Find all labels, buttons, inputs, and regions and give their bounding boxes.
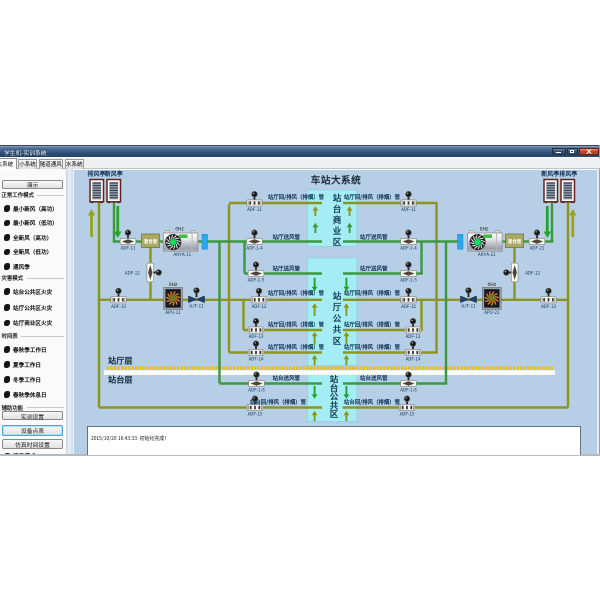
svg-text:AKTA-11: AKTA-11 xyxy=(173,252,191,258)
svg-text:ADF-13: ADF-13 xyxy=(111,304,126,310)
svg-text:ADF-13: ADF-13 xyxy=(406,334,421,340)
svg-text:新风亭: 新风亭 xyxy=(541,169,559,178)
svg-text:站厅回/排风（排烟）管: 站厅回/排风（排烟）管 xyxy=(344,289,401,297)
svg-text:共: 共 xyxy=(333,324,342,336)
svg-text:ADF-1-6: ADF-1-6 xyxy=(400,388,417,394)
svg-text:站厅回/排风（排烟）管: 站厅回/排风（排烟）管 xyxy=(268,193,325,201)
svg-text:站台回/排风（排烟）管: 站台回/排风（排烟）管 xyxy=(250,398,307,406)
svg-text:混合室: 混合室 xyxy=(508,238,522,245)
svg-text:ADF-12: ADF-12 xyxy=(525,270,540,276)
svg-text:ADF-11: ADF-11 xyxy=(121,246,136,252)
svg-text:站厅送风管: 站厅送风管 xyxy=(272,264,300,272)
svg-text:ADF-1-5: ADF-1-5 xyxy=(400,278,417,284)
svg-text:ADF-13: ADF-13 xyxy=(541,304,556,310)
svg-text:ADF-1-6: ADF-1-6 xyxy=(248,388,265,394)
svg-text:新风亭: 新风亭 xyxy=(105,169,123,178)
svg-text:站厅送风管: 站厅送风管 xyxy=(272,233,300,241)
svg-text:车站大系统: 车站大系统 xyxy=(311,173,361,187)
svg-text:站台层: 站台层 xyxy=(108,374,133,386)
svg-text:0Hz: 0Hz xyxy=(488,281,497,288)
svg-text:0Hz: 0Hz xyxy=(175,226,184,233)
svg-text:AJF-11: AJF-11 xyxy=(461,304,476,310)
svg-text:ADF-12: ADF-12 xyxy=(252,304,267,310)
svg-text:ADF-11: ADF-11 xyxy=(247,207,262,213)
svg-text:ADF-1-5: ADF-1-5 xyxy=(248,278,265,284)
svg-text:排风亭: 排风亭 xyxy=(559,169,577,178)
svg-text:APU-11: APU-11 xyxy=(165,310,181,316)
svg-text:0Hz: 0Hz xyxy=(169,281,178,288)
svg-text:站厅送风管: 站厅送风管 xyxy=(360,233,388,241)
svg-text:站台送风管: 站台送风管 xyxy=(272,374,300,382)
svg-text:ADF-15: ADF-15 xyxy=(248,412,263,418)
svg-text:站厅回/排风（排烟）管: 站厅回/排风（排烟）管 xyxy=(344,320,401,328)
svg-text:ADF-14: ADF-14 xyxy=(249,357,264,363)
svg-text:ADF-1-4: ADF-1-4 xyxy=(246,246,263,252)
svg-text:AKTA-21: AKTA-21 xyxy=(478,252,496,258)
svg-text:站厅回/排风（排烟）管: 站厅回/排风（排烟）管 xyxy=(344,343,401,351)
svg-text:站厅层: 站厅层 xyxy=(108,355,133,367)
svg-text:站厅回/排风（排烟）管: 站厅回/排风（排烟）管 xyxy=(344,193,401,201)
svg-text:ADF-13: ADF-13 xyxy=(249,334,264,340)
svg-text:站厅送风管: 站厅送风管 xyxy=(360,264,388,272)
svg-text:ADF-1-4: ADF-1-4 xyxy=(400,246,417,252)
svg-text:站厅回/排风（排烟）管: 站厅回/排风（排烟）管 xyxy=(268,320,325,328)
svg-text:区: 区 xyxy=(333,335,342,347)
svg-text:厅: 厅 xyxy=(333,301,342,313)
svg-text:排风亭: 排风亭 xyxy=(87,169,105,178)
svg-text:APU-21: APU-21 xyxy=(484,310,500,316)
svg-text:区: 区 xyxy=(330,408,339,420)
svg-text:公: 公 xyxy=(333,312,342,324)
svg-text:ADF-15: ADF-15 xyxy=(400,412,415,418)
svg-text:站台送风管: 站台送风管 xyxy=(360,374,388,382)
svg-text:ADF-12: ADF-12 xyxy=(401,304,416,310)
svg-text:站: 站 xyxy=(333,290,342,302)
svg-text:站厅回/排风（排烟）管: 站厅回/排风（排烟）管 xyxy=(268,343,325,351)
svg-text:ADF-21: ADF-21 xyxy=(530,246,545,252)
svg-text:ADF-12: ADF-12 xyxy=(125,270,140,276)
svg-text:AJF-11: AJF-11 xyxy=(189,304,204,310)
svg-text:混合室: 混合室 xyxy=(144,238,158,245)
svg-text:区: 区 xyxy=(333,236,342,248)
svg-text:ADF-14: ADF-14 xyxy=(406,357,421,363)
svg-text:站台回/排风（排烟）管: 站台回/排风（排烟）管 xyxy=(344,398,401,406)
svg-text:0Hz: 0Hz xyxy=(480,226,489,233)
svg-text:ADF-11: ADF-11 xyxy=(401,207,416,213)
svg-text:站厅回/排风（排烟）管: 站厅回/排风（排烟）管 xyxy=(268,289,325,297)
